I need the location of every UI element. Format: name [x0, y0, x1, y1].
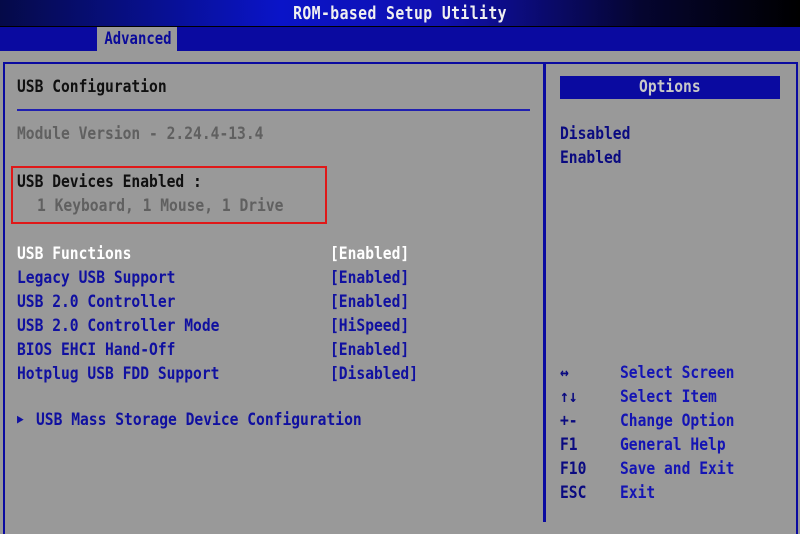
help-save-and-exit: Save and Exit — [620, 459, 735, 479]
setting-value[interactable]: [Enabled] — [330, 292, 409, 312]
setting-value[interactable]: [Enabled] — [330, 340, 409, 360]
setting-value[interactable]: [Enabled] — [330, 268, 409, 288]
setting-name: USB 2.0 Controller Mode — [17, 316, 220, 336]
setting-usb2-controller[interactable]: USB 2.0 Controller [Enabled] — [17, 290, 437, 314]
help-general-help: General Help — [620, 435, 726, 455]
setting-hotplug-usb-fdd-support[interactable]: Hotplug USB FDD Support [Disabled] — [17, 362, 437, 386]
setting-value[interactable]: [Enabled] — [330, 244, 409, 264]
panel-divider — [543, 62, 546, 522]
tab-bar: Advanced — [0, 27, 800, 51]
tab-advanced[interactable]: Advanced — [97, 27, 177, 51]
help-select-item: Select Item — [620, 387, 717, 407]
module-version: Module Version - 2.24.4-13.4 — [17, 124, 264, 144]
setting-name: USB Functions — [17, 244, 132, 264]
up-down-arrows-icon: ↑↓ — [560, 387, 578, 407]
window-title: ROM-based Setup Utility — [293, 3, 507, 24]
title-bar: ROM-based Setup Utility — [0, 0, 800, 27]
esc-key: ESC — [560, 483, 587, 503]
plus-minus-key: +- — [560, 411, 578, 431]
setting-name: BIOS EHCI Hand-Off — [17, 340, 176, 360]
setting-usb-functions[interactable]: USB Functions [Enabled] — [17, 242, 437, 266]
f1-key: F1 — [560, 435, 578, 455]
help-select-screen: Select Screen — [620, 363, 735, 383]
usb-devices-label: USB Devices Enabled : — [17, 172, 202, 192]
setting-legacy-usb-support[interactable]: Legacy USB Support [Enabled] — [17, 266, 437, 290]
usb-devices-value: 1 Keyboard, 1 Mouse, 1 Drive — [37, 196, 284, 216]
help-exit: Exit — [620, 483, 656, 503]
options-header: Options — [560, 76, 780, 99]
setting-bios-ehci-hand-off[interactable]: BIOS EHCI Hand-Off [Enabled] — [17, 338, 437, 362]
setting-name: USB 2.0 Controller — [17, 292, 176, 312]
help-change-option: Change Option — [620, 411, 735, 431]
left-right-arrows-icon: ↔ — [560, 363, 569, 383]
option-disabled[interactable]: Disabled — [560, 124, 630, 144]
option-enabled[interactable]: Enabled — [560, 148, 622, 168]
setting-name: Hotplug USB FDD Support — [17, 364, 220, 384]
setting-name: Legacy USB Support — [17, 268, 176, 288]
section-title: USB Configuration — [17, 77, 167, 97]
section-separator — [17, 109, 530, 111]
submenu-usb-mass-storage[interactable]: ▶ USB Mass Storage Device Configuration — [17, 408, 437, 432]
setting-usb2-controller-mode[interactable]: USB 2.0 Controller Mode [HiSpeed] — [17, 314, 437, 338]
submenu-label: USB Mass Storage Device Configuration — [36, 410, 362, 430]
setting-value[interactable]: [HiSpeed] — [330, 316, 409, 336]
triangle-right-icon: ▶ — [17, 412, 24, 427]
setting-value[interactable]: [Disabled] — [330, 364, 418, 384]
f10-key: F10 — [560, 459, 587, 479]
